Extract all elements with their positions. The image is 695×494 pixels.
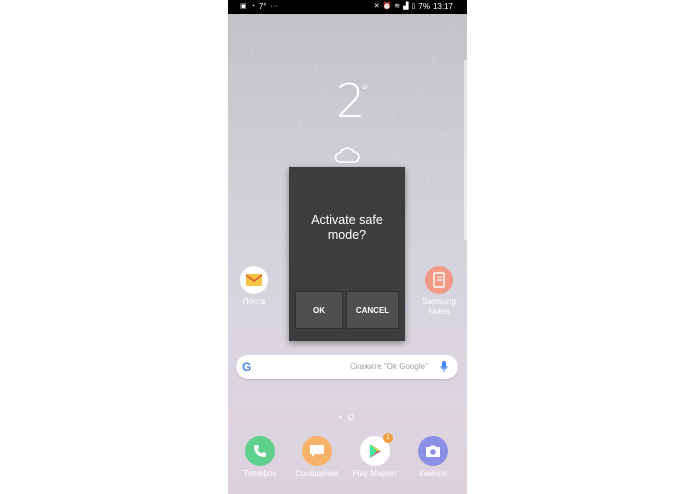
cancel-button[interactable]: CANCEL	[346, 291, 399, 329]
notes-icon	[425, 266, 453, 294]
status-temperature: 7°	[258, 2, 267, 11]
page-dot-current	[348, 414, 354, 420]
dock-camera[interactable]: Камера	[408, 436, 458, 479]
dock-play-market-label: Play Маркет	[352, 469, 398, 478]
status-bar: ▣ ◔ 7° ··· ✕ ⏰ ≋ ▟ ▯ 7% 13:17	[228, 0, 467, 14]
cloud-icon	[334, 147, 360, 163]
dock-play-market[interactable]: 1 Play Маркет	[350, 433, 400, 479]
battery-icon: ▯	[411, 3, 416, 10]
dock-messages[interactable]: Сообщения	[292, 436, 342, 479]
battery-percent: 7%	[418, 2, 430, 11]
google-search-bar[interactable]: G Скажите "Ok Google"	[236, 355, 458, 379]
wifi-icon: ≋	[394, 3, 401, 10]
app-mail-label: Почта	[242, 297, 266, 306]
page-indicator	[339, 414, 354, 420]
weather-temperature[interactable]: 2	[336, 78, 365, 124]
safe-mode-dialog: Activate safe mode? OK CANCEL	[289, 167, 405, 341]
signal-icon: ▟	[403, 3, 409, 10]
whatsapp-icon: ◔	[250, 3, 255, 10]
dialog-message: Activate safe mode?	[311, 213, 383, 242]
camera-icon	[418, 436, 448, 466]
more-notifications-icon: ···	[270, 3, 278, 10]
dock-phone[interactable]: Телефон	[235, 436, 285, 479]
edge-panel-handle[interactable]	[464, 60, 467, 240]
microphone-icon[interactable]	[440, 361, 448, 373]
play-store-icon: 1	[360, 433, 393, 466]
dock-phone-label: Телефон	[243, 469, 277, 478]
ok-button[interactable]: OK	[295, 291, 343, 329]
app-mail[interactable]: Почта	[229, 266, 279, 307]
status-time: 13:17	[432, 2, 453, 11]
mute-icon: ✕	[373, 3, 380, 10]
mail-icon	[240, 266, 268, 294]
dock-messages-label: Сообщения	[295, 469, 339, 478]
app-samsung-notes[interactable]: Samsung Notes	[414, 266, 464, 317]
app-samsung-notes-label: Samsung Notes	[422, 297, 456, 316]
google-logo-icon: G	[242, 360, 252, 374]
alarm-icon: ⏰	[382, 3, 392, 10]
messages-icon	[302, 436, 332, 466]
page-dot	[339, 415, 342, 419]
gallery-icon: ▣	[240, 3, 247, 10]
search-placeholder: Скажите "Ok Google"	[350, 362, 428, 371]
notification-badge: 1	[383, 433, 393, 443]
phone-icon	[245, 436, 275, 466]
weather-degree: °	[362, 82, 368, 98]
dock-camera-label: Камера	[419, 469, 447, 478]
